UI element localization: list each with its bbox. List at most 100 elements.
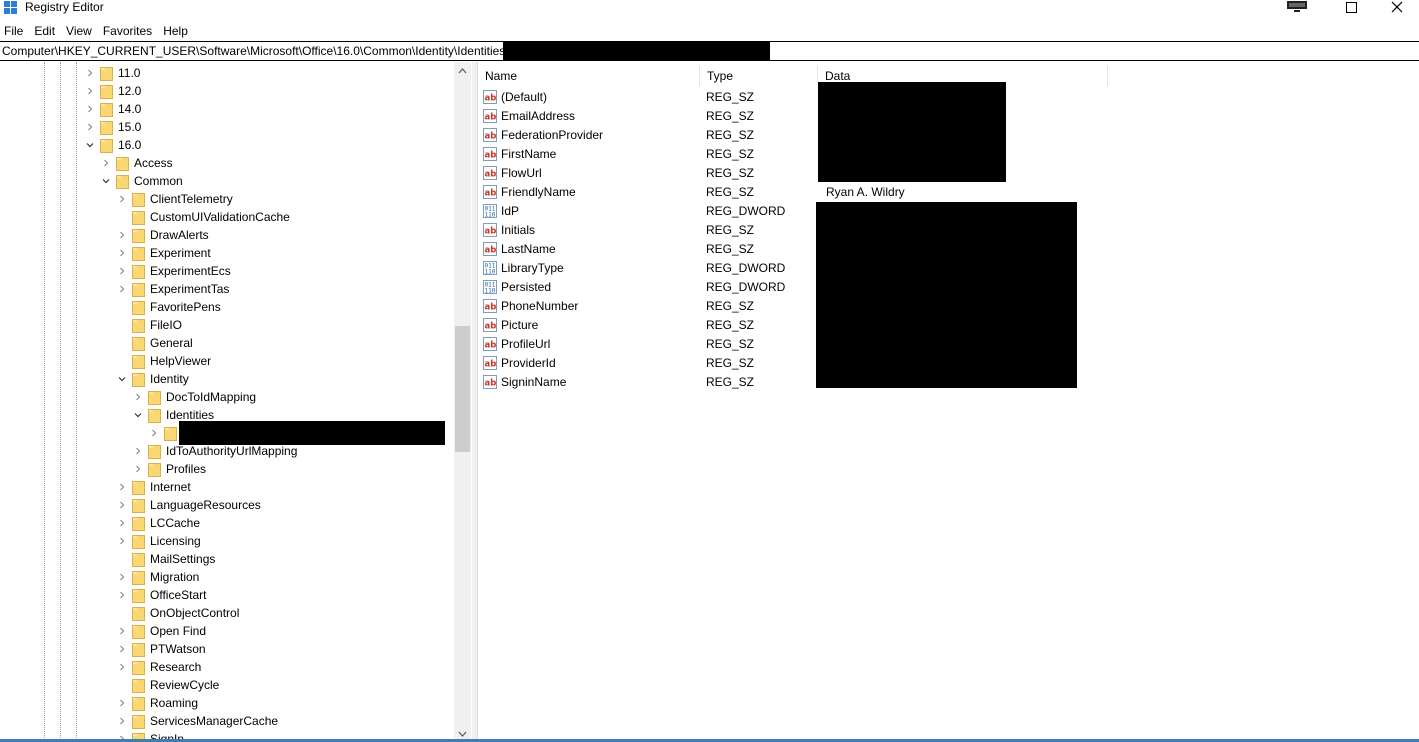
- collapsed-chevron-icon[interactable]: [100, 154, 112, 172]
- tree-item[interactable]: 12.0: [84, 82, 141, 100]
- tree-item[interactable]: ServicesManagerCache: [116, 712, 278, 730]
- tree-item[interactable]: OnObjectControl: [116, 604, 239, 622]
- tree-item[interactable]: PTWatson: [116, 640, 206, 658]
- collapsed-chevron-icon[interactable]: [116, 226, 128, 244]
- tree-item[interactable]: Access: [100, 154, 173, 172]
- values-pane[interactable]: Name Type Data ab (Default) REG_SZ ab EmailA…: [478, 62, 1419, 742]
- tree-item[interactable]: Roaming: [116, 694, 198, 712]
- collapsed-chevron-icon[interactable]: [116, 262, 128, 280]
- collapsed-chevron-icon[interactable]: [116, 712, 128, 730]
- tree-item[interactable]: 14.0: [84, 100, 141, 118]
- collapsed-chevron-icon[interactable]: [84, 82, 96, 100]
- string-value-icon: ab: [483, 356, 497, 370]
- tree-item[interactable]: Profiles: [132, 460, 206, 478]
- tree-item[interactable]: ExperimentTas: [116, 280, 229, 298]
- tree-item[interactable]: MailSettings: [116, 550, 215, 568]
- string-value-icon: ab: [483, 318, 497, 332]
- tree-item[interactable]: CustomUIValidationCache: [116, 208, 290, 226]
- collapsed-chevron-icon[interactable]: [116, 694, 128, 712]
- close-button[interactable]: [1374, 0, 1419, 14]
- tree-item[interactable]: Migration: [116, 568, 199, 586]
- svg-text:ab: ab: [485, 303, 497, 313]
- collapsed-chevron-icon[interactable]: [116, 532, 128, 550]
- folder-icon: [132, 660, 145, 675]
- scroll-thumb[interactable]: [455, 326, 470, 452]
- tree-item[interactable]: ExperimentEcs: [116, 262, 231, 280]
- tree-item[interactable]: Common: [100, 172, 183, 190]
- collapsed-chevron-icon[interactable]: [116, 478, 128, 496]
- tree-item[interactable]: General: [116, 334, 193, 352]
- tree-item[interactable]: LCCache: [116, 514, 200, 532]
- tree-item-label: OfficeStart: [150, 588, 207, 602]
- tree-item-label: 15.0: [118, 120, 142, 134]
- value-row[interactable]: ab FriendlyName REG_SZ Ryan A. Wildry: [482, 183, 1082, 202]
- close-icon: [1391, 1, 1403, 13]
- tree-item[interactable]: LanguageResources: [116, 496, 261, 514]
- tree-item[interactable]: OfficeStart: [116, 586, 206, 604]
- collapsed-chevron-icon[interactable]: [116, 622, 128, 640]
- folder-icon: [132, 264, 145, 279]
- tree-item[interactable]: ReviewCycle: [116, 676, 219, 694]
- collapsed-chevron-icon: [116, 316, 128, 334]
- expanded-chevron-icon[interactable]: [116, 370, 128, 388]
- menu-file[interactable]: File: [0, 22, 28, 40]
- collapsed-chevron-icon[interactable]: [116, 640, 128, 658]
- collapsed-chevron-icon[interactable]: [116, 244, 128, 262]
- tree-item[interactable]: HelpViewer: [116, 352, 211, 370]
- tree-item[interactable]: 15.0: [84, 118, 141, 136]
- address-bar[interactable]: Computer\HKEY_CURRENT_USER\Software\Micr…: [0, 41, 1419, 61]
- tree-item[interactable]: [148, 421, 445, 445]
- maximize-button[interactable]: [1328, 0, 1374, 14]
- collapsed-chevron-icon[interactable]: [84, 64, 96, 82]
- string-value-icon: ab: [483, 299, 497, 313]
- folder-icon: [100, 66, 113, 81]
- tree-item-label: 16.0: [118, 138, 142, 152]
- folder-icon: [132, 354, 145, 369]
- expanded-chevron-icon[interactable]: [84, 136, 96, 154]
- expanded-chevron-icon[interactable]: [100, 172, 112, 190]
- column-header-type[interactable]: Type: [700, 66, 818, 86]
- folder-icon: [132, 336, 145, 351]
- collapsed-chevron-icon[interactable]: [132, 460, 144, 478]
- collapsed-chevron-icon[interactable]: [116, 658, 128, 676]
- tree-item[interactable]: Experiment: [116, 244, 211, 262]
- tree-item[interactable]: ClientTelemetry: [116, 190, 233, 208]
- key-tree-pane[interactable]: 11.0 12.0 14.0 15.0 16.0 Access Common ClientTe…: [0, 62, 472, 742]
- address-path[interactable]: Computer\HKEY_CURRENT_USER\Software\Micr…: [2, 44, 505, 59]
- menu-edit[interactable]: Edit: [30, 22, 60, 40]
- tree-item[interactable]: Research: [116, 658, 201, 676]
- tree-scrollbar[interactable]: [454, 62, 471, 742]
- collapsed-chevron-icon[interactable]: [116, 568, 128, 586]
- menu-view[interactable]: View: [62, 22, 97, 40]
- svg-text:ab: ab: [485, 132, 497, 142]
- menu-help[interactable]: Help: [159, 22, 193, 40]
- collapsed-chevron-icon[interactable]: [116, 280, 128, 298]
- tree-item[interactable]: Internet: [116, 478, 191, 496]
- minimize-button[interactable]: [1274, 0, 1320, 14]
- tree-item[interactable]: 11.0: [84, 64, 140, 82]
- tree-item[interactable]: IdToAuthorityUrlMapping: [132, 442, 297, 460]
- tree-item[interactable]: Open Find: [116, 622, 206, 640]
- tree-item[interactable]: FavoritePens: [116, 298, 221, 316]
- tree-item[interactable]: 16.0: [84, 136, 141, 154]
- tree-item[interactable]: DrawAlerts: [116, 226, 209, 244]
- collapsed-chevron-icon[interactable]: [84, 118, 96, 136]
- tree-item[interactable]: Identity: [116, 370, 189, 388]
- tree-item[interactable]: FileIO: [116, 316, 182, 334]
- collapsed-chevron-icon[interactable]: [148, 424, 160, 442]
- folder-icon: [132, 372, 145, 387]
- collapsed-chevron-icon[interactable]: [116, 496, 128, 514]
- collapsed-chevron-icon[interactable]: [84, 100, 96, 118]
- collapsed-chevron-icon[interactable]: [116, 514, 128, 532]
- scroll-up-button[interactable]: [454, 62, 471, 79]
- menu-favorites[interactable]: Favorites: [99, 22, 157, 40]
- collapsed-chevron-icon[interactable]: [116, 586, 128, 604]
- collapsed-chevron-icon[interactable]: [132, 442, 144, 460]
- svg-text:ab: ab: [485, 341, 497, 351]
- tree-item[interactable]: Licensing: [116, 532, 201, 550]
- column-header-name[interactable]: Name: [478, 66, 700, 86]
- collapsed-chevron-icon[interactable]: [132, 388, 144, 406]
- collapsed-chevron-icon[interactable]: [116, 190, 128, 208]
- tree-item[interactable]: DocToIdMapping: [132, 388, 256, 406]
- expanded-chevron-icon[interactable]: [132, 406, 144, 424]
